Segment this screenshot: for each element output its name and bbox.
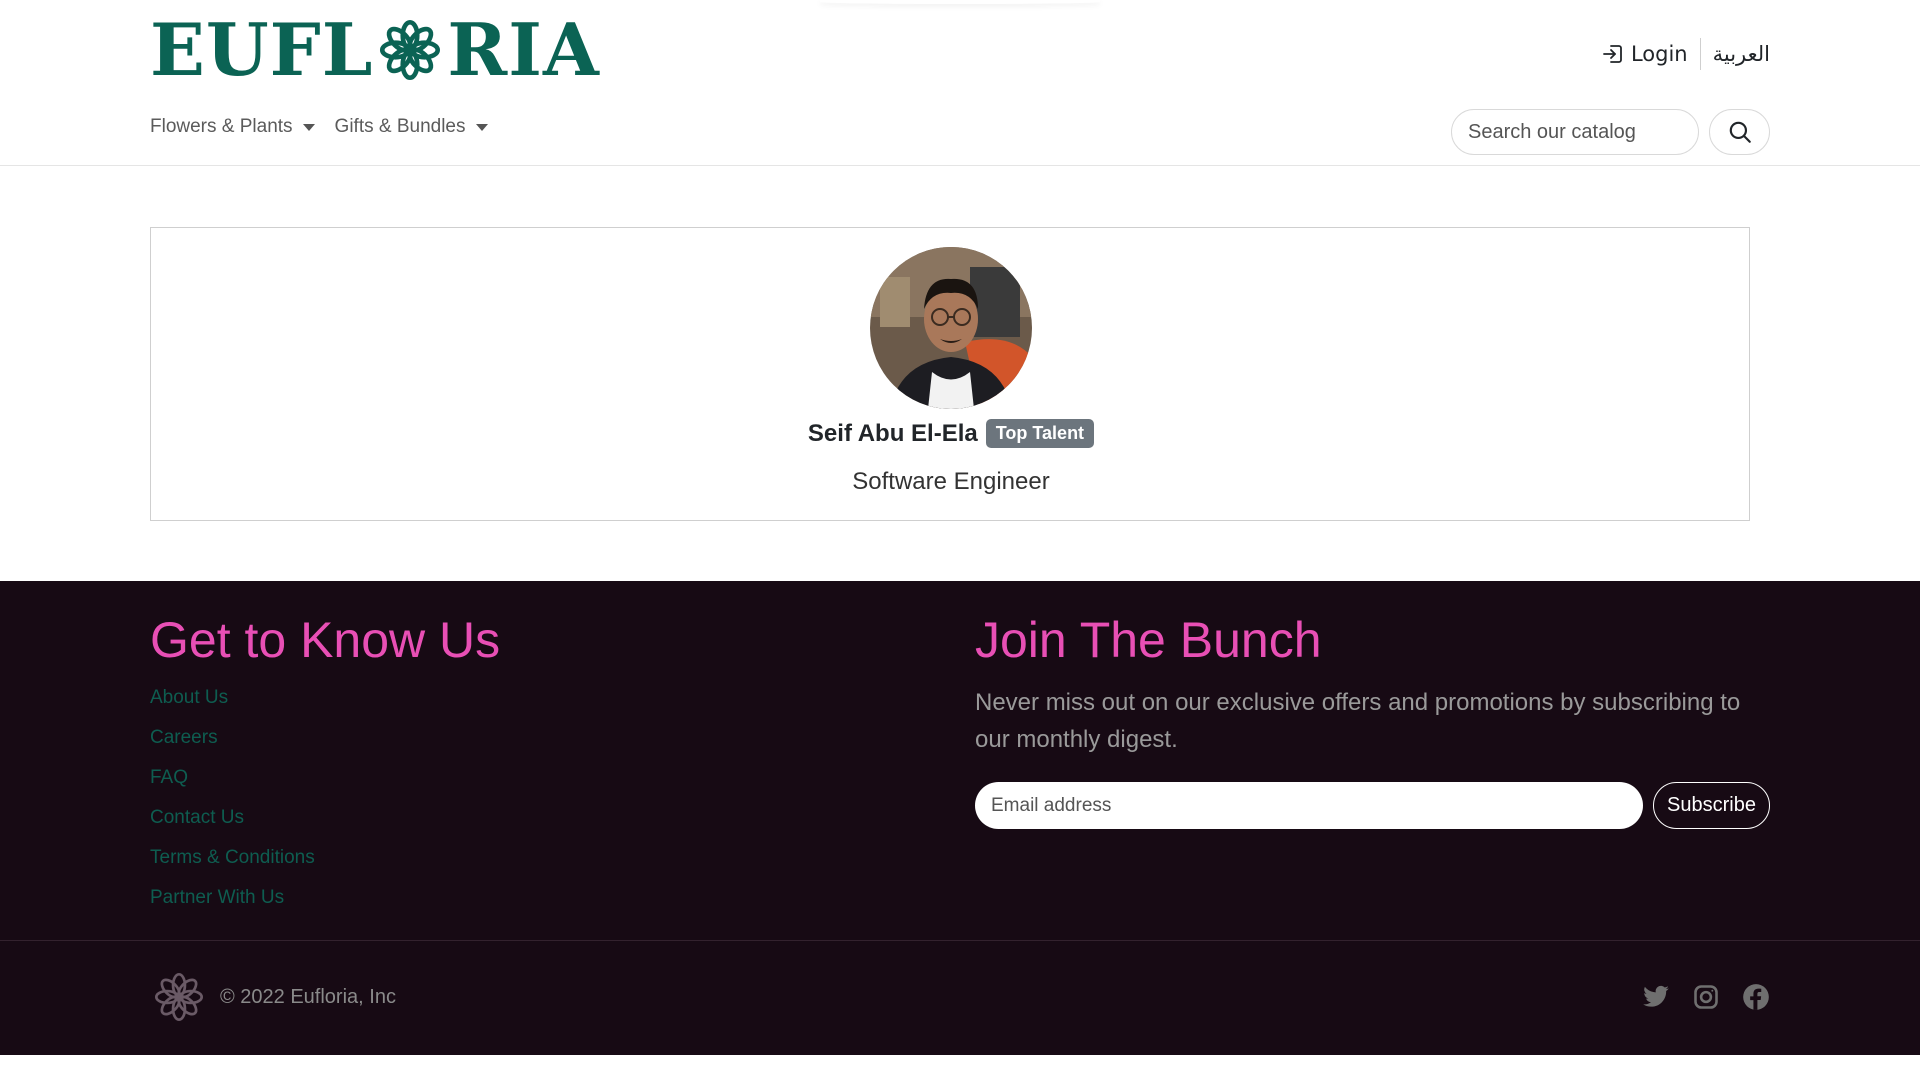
flower-logo-icon [154, 972, 204, 1022]
footer-divider [0, 940, 1920, 941]
footer-newsletter-column: Join The Bunch Never miss out on our exc… [975, 613, 1770, 829]
footer-link-contact[interactable]: Contact Us [150, 798, 500, 838]
caret-down-icon [302, 123, 315, 131]
search-input[interactable] [1451, 109, 1699, 155]
login-icon [1603, 45, 1622, 63]
login-link[interactable]: Login [1601, 38, 1701, 70]
nav-label: Gifts & Bundles [334, 116, 466, 137]
footer-link-terms[interactable]: Terms & Conditions [150, 838, 500, 878]
nav-gifts-bundles[interactable]: Gifts & Bundles [335, 116, 488, 138]
top-shadow [820, 0, 1100, 4]
person-role: Software Engineer [852, 468, 1050, 495]
copyright-text: © 2022 Eufloria, Inc [220, 985, 396, 1008]
profile-card: Seif Abu El-Ela Top Talent Software Engi… [150, 227, 1750, 521]
footer-bottom-bar: © 2022 Eufloria, Inc [150, 970, 1770, 1024]
brand-logo[interactable]: EUFL RIA [150, 14, 600, 86]
avatar [870, 247, 1032, 409]
footer-heading-right: Join The Bunch [975, 612, 1322, 668]
site-header: EUFL RIA Login العربية Flowers & Plants … [0, 0, 1920, 166]
instagram-icon[interactable] [1692, 983, 1720, 1011]
search-button[interactable] [1709, 109, 1770, 155]
twitter-icon[interactable] [1642, 983, 1670, 1011]
nav-flowers-plants[interactable]: Flowers & Plants [150, 116, 315, 138]
status-badge: Top Talent [985, 419, 1095, 448]
name-row: Seif Abu El-Ela Top Talent [151, 419, 1751, 448]
newsletter-text: Never miss out on our exclusive offers a… [975, 689, 1741, 753]
top-links: Login العربية [1601, 38, 1770, 70]
flower-logo-icon [380, 19, 441, 81]
site-footer: Get to Know Us About Us Careers FAQ Cont… [0, 581, 1920, 1055]
subscribe-form: Subscribe [975, 782, 1770, 829]
logo-text-right: RIA [447, 7, 600, 92]
subscribe-button[interactable]: Subscribe [1653, 782, 1770, 829]
footer-about-column: Get to Know Us About Us Careers FAQ Cont… [150, 613, 500, 918]
footer-link-faq[interactable]: FAQ [150, 758, 500, 798]
main-nav: Flowers & Plants Gifts & Bundles [150, 116, 488, 138]
language-switch[interactable]: العربية [1701, 42, 1770, 66]
footer-links: About Us Careers FAQ Contact Us Terms & … [150, 678, 500, 918]
copyright-block: © 2022 Eufloria, Inc [150, 970, 396, 1024]
footer-link-partner[interactable]: Partner With Us [150, 878, 500, 918]
footer-link-careers[interactable]: Careers [150, 718, 500, 758]
footer-link-about[interactable]: About Us [150, 678, 500, 718]
caret-down-icon [475, 123, 488, 131]
social-links [1642, 983, 1770, 1011]
email-field[interactable] [975, 782, 1643, 829]
search-icon [1729, 121, 1751, 143]
profile-photo [870, 247, 1032, 409]
login-label: Login [1630, 42, 1688, 66]
search-bar [1451, 109, 1770, 155]
facebook-icon[interactable] [1742, 983, 1770, 1011]
footer-heading-left: Get to Know Us [150, 612, 501, 668]
logo-text-left: EUFL [150, 7, 374, 92]
nav-label: Flowers & Plants [150, 116, 293, 137]
person-name: Seif Abu El-Ela [807, 419, 978, 447]
